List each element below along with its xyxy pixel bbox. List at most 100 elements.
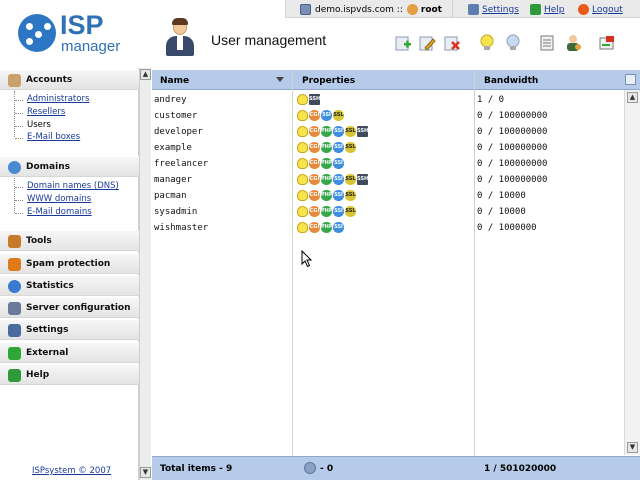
sidebar-section-accounts[interactable]: Accounts (0, 69, 139, 90)
sidebar: Accounts Administrators Resellers Users … (0, 68, 139, 480)
table-row[interactable]: developer CGI PHP SSI SSL SSH 0 / 100000000 (152, 124, 624, 140)
domains-icon (8, 161, 21, 174)
sidebar-section-statistics[interactable]: Statistics (0, 275, 139, 296)
sidebar-item-email-domains[interactable]: E-Mail domains (27, 207, 92, 217)
sidebar-scrollbar[interactable]: ▲ ▼ (139, 68, 151, 480)
row-properties: CGI PHP SSI SSL SSH (297, 174, 368, 185)
scroll-down-button[interactable]: ▼ (627, 442, 638, 453)
delete-user-icon[interactable] (443, 34, 461, 52)
properties-total: - 0 (320, 464, 334, 474)
logo-subtext: manager (61, 38, 121, 55)
table-row[interactable]: sysadmin CGI PHP SSI SSL 0 / 10000 (152, 204, 624, 220)
bandwidth-summary-icon (304, 462, 316, 474)
settings-link[interactable]: Settings (468, 3, 519, 16)
table-row[interactable]: customer CGI SSI SSL 0 / 100000000 (152, 108, 624, 124)
sidebar-section-label: Statistics (26, 281, 74, 291)
row-name[interactable]: wishmaster (154, 223, 208, 233)
column-properties[interactable]: Properties (302, 76, 355, 86)
sidebar-section-label: Spam protection (26, 259, 111, 269)
row-properties: CGI PHP SSI SSL (297, 142, 356, 153)
settings-label[interactable]: Settings (482, 5, 519, 15)
help-label[interactable]: Help (544, 5, 565, 15)
sidebar-section-domains[interactable]: Domains (0, 156, 139, 177)
sidebar-section-tools[interactable]: Tools (0, 230, 139, 251)
table-row[interactable]: manager CGI PHP SSI SSL SSH 0 / 100000000 (152, 172, 624, 188)
cgi-icon: CGI (309, 158, 320, 169)
list-icon[interactable] (538, 34, 556, 52)
table-row[interactable]: example CGI PHP SSI SSL 0 / 100000000 (152, 140, 624, 156)
sidebar-section-label: Accounts (26, 75, 73, 85)
row-name[interactable]: example (154, 143, 192, 153)
table-row[interactable]: andrey SSH 1 / 0 (152, 92, 624, 108)
row-name[interactable]: freelancer (154, 159, 208, 169)
row-properties: CGI PHP SSI SSL (297, 190, 356, 201)
sidebar-section-label: Settings (26, 325, 69, 335)
row-bandwidth: 0 / 1000000 (477, 223, 537, 233)
row-properties: SSH (297, 94, 320, 105)
ssi-icon: SSI (333, 142, 344, 153)
tools-icon (8, 235, 21, 248)
row-name[interactable]: manager (154, 175, 192, 185)
row-name[interactable]: developer (154, 127, 203, 137)
sidebar-section-help[interactable]: Help (0, 364, 139, 385)
sidebar-section-spam[interactable]: Spam protection (0, 253, 139, 274)
copyright-link[interactable]: ISPsystem © 2007 (32, 466, 111, 476)
scroll-down-button[interactable]: ▼ (140, 467, 151, 478)
column-bandwidth[interactable]: Bandwidth (484, 76, 538, 86)
row-properties: CGI PHP SSI SSL (297, 206, 356, 217)
sidebar-section-external[interactable]: External (0, 342, 139, 363)
user-login-icon[interactable] (564, 34, 582, 52)
php-icon: PHP (321, 222, 333, 233)
bandwidth-total: 1 / 501020000 (484, 464, 557, 474)
row-properties: CGI PHP SSI (297, 158, 344, 169)
sidebar-section-settings[interactable]: Settings (0, 319, 139, 340)
table-row[interactable]: pacman CGI PHP SSI SSL 0 / 10000 (152, 188, 624, 204)
logout-link[interactable]: Logout (578, 3, 623, 16)
row-name[interactable]: customer (154, 111, 197, 121)
sidebar-item-administrators[interactable]: Administrators (27, 94, 89, 104)
sidebar-item-email-boxes[interactable]: E-Mail boxes (27, 132, 80, 142)
sidebar-item-resellers[interactable]: Resellers (27, 107, 65, 117)
row-bandwidth: 0 / 100000000 (477, 175, 548, 185)
server-icon (8, 302, 21, 315)
help-link[interactable]: Help (530, 3, 565, 16)
php-icon: PHP (321, 126, 333, 137)
sidebar-section-label: Domains (26, 162, 70, 172)
logout-label[interactable]: Logout (592, 5, 623, 15)
server-name: demo.ispvds.com :: (315, 4, 403, 15)
ispmanager-logo: ISP manager (18, 10, 128, 56)
ssl-icon: SSL (345, 142, 356, 153)
ssi-icon: SSI (333, 126, 344, 137)
table-row[interactable]: freelancer CGI PHP SSI 0 / 100000000 (152, 156, 624, 172)
add-user-icon[interactable] (394, 34, 412, 52)
help-icon (8, 369, 21, 382)
row-bandwidth: 0 / 10000 (477, 191, 526, 201)
row-name[interactable]: sysadmin (154, 207, 197, 217)
row-bandwidth: 0 / 100000000 (477, 111, 548, 121)
edit-user-icon[interactable] (418, 34, 436, 52)
export-icon[interactable] (598, 34, 616, 52)
enable-icon[interactable] (478, 34, 496, 52)
scroll-up-button[interactable]: ▲ (140, 69, 151, 80)
table-scrollbar[interactable]: ▲ ▼ (624, 90, 640, 455)
row-name[interactable]: andrey (154, 95, 187, 105)
ssi-icon: SSI (333, 174, 344, 185)
sidebar-section-server-configuration[interactable]: Server configuration (0, 297, 139, 318)
logo-text: ISP (60, 10, 104, 40)
server-info: demo.ispvds.com :: root (300, 3, 442, 16)
scroll-up-button[interactable]: ▲ (627, 92, 638, 103)
help-icon (530, 4, 541, 15)
disable-icon[interactable] (504, 34, 522, 52)
sidebar-item-dns[interactable]: Domain names (DNS) (27, 181, 119, 191)
sidebar-item-www-domains[interactable]: WWW domains (27, 194, 91, 204)
table-footer: Total items - 9 - 0 1 / 501020000 (152, 456, 640, 480)
table-row[interactable]: wishmaster CGI PHP SSI 0 / 1000000 (152, 220, 624, 236)
sort-icon[interactable] (276, 77, 284, 82)
current-user: root (420, 4, 442, 15)
column-name[interactable]: Name (160, 76, 189, 86)
php-icon: PHP (321, 142, 333, 153)
row-name[interactable]: pacman (154, 191, 187, 201)
sidebar-item-users[interactable]: Users (27, 120, 51, 130)
ssl-icon: SSL (345, 190, 356, 201)
column-settings-icon[interactable] (625, 74, 636, 85)
